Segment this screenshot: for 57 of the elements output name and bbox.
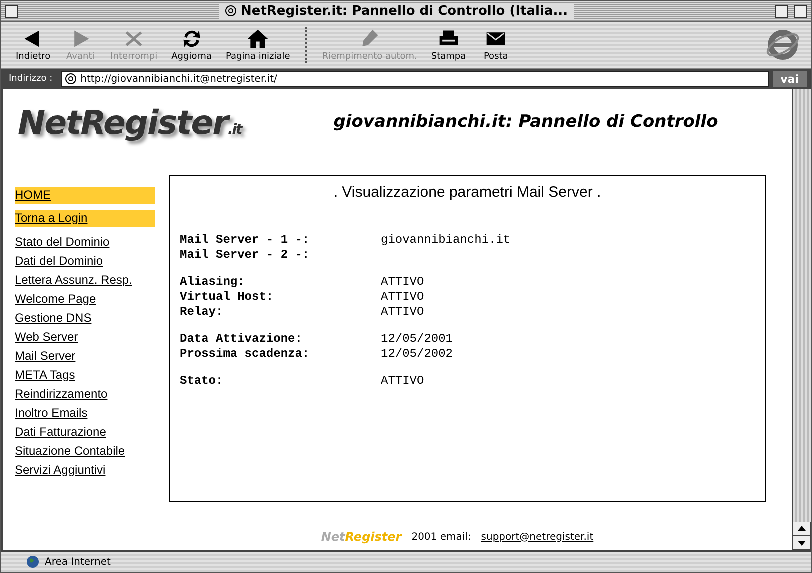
- field-value: 12/05/2002: [381, 347, 454, 362]
- toolbar-button[interactable]: Stampa: [426, 28, 472, 62]
- field-label: Relay:: [180, 305, 224, 320]
- scroll-down-icon[interactable]: [793, 536, 811, 550]
- field-value: ATTIVO: [381, 374, 424, 389]
- field-label: Virtual Host:: [180, 290, 275, 305]
- panel-heading: . Visualizzazione parametri Mail Server .: [332, 184, 602, 201]
- menu-link[interactable]: Stato del Dominio: [15, 233, 110, 252]
- toolbar-button[interactable]: Pagina iniziale: [220, 28, 296, 62]
- field-label: Aliasing:: [180, 275, 246, 290]
- menu-link[interactable]: Torna a Login: [15, 210, 155, 227]
- go-button[interactable]: vai: [772, 71, 807, 87]
- menu-link[interactable]: Reindirizzamento: [15, 385, 108, 404]
- address-label: Indirizzo :: [8, 74, 54, 84]
- toolbar-button[interactable]: Aggiorna: [166, 28, 217, 62]
- menu-link[interactable]: Servizi Aggiuntivi: [15, 461, 106, 480]
- menu-link[interactable]: Gestione DNS: [15, 309, 92, 328]
- at-icon: [225, 5, 237, 17]
- scrollbar[interactable]: [792, 89, 811, 550]
- toolbar-button[interactable]: Posta: [475, 28, 518, 62]
- collapse-box[interactable]: [794, 4, 808, 18]
- address-field[interactable]: http://giovannibianchi.it@netregister.it/: [60, 71, 769, 87]
- site-logo: NetRegister.it: [18, 102, 242, 142]
- footer-logo: NetRegister: [321, 530, 402, 544]
- email-link[interactable]: support@netregister.it: [481, 532, 594, 542]
- window-title: NetRegister.it: Pannello di Controllo (Italia...: [219, 4, 574, 18]
- scroll-up-icon[interactable]: [793, 522, 811, 536]
- field-label: Mail Server - 2 -:: [180, 248, 311, 263]
- toolbar-button[interactable]: Indietro: [11, 28, 56, 62]
- at-icon: [64, 73, 77, 85]
- globe-icon: [27, 556, 39, 568]
- menu-link[interactable]: META Tags: [15, 366, 76, 385]
- menu-link[interactable]: Web Server: [15, 328, 78, 347]
- footer-text: 2001 email:: [412, 532, 472, 542]
- field-value: ATTIVO: [381, 275, 424, 290]
- menu-link[interactable]: Dati Fatturazione: [15, 423, 106, 442]
- field-value: 12/05/2001: [381, 332, 454, 347]
- zoom-box[interactable]: [775, 4, 788, 18]
- menu-link[interactable]: Situazione Contabile: [15, 442, 126, 461]
- field-label: Prossima scadenza:: [180, 347, 311, 362]
- field-value: ATTIVO: [381, 305, 424, 320]
- menu-link[interactable]: Mail Server: [15, 347, 76, 366]
- status-text: Area Internet: [45, 556, 111, 568]
- menu-link[interactable]: HOME: [15, 187, 155, 204]
- home-icon: [247, 28, 270, 50]
- field-label: Data Attivazione:: [180, 332, 304, 347]
- field-label: Mail Server - 1 -:: [180, 233, 311, 248]
- field-value: ATTIVO: [381, 290, 424, 305]
- close-box[interactable]: [5, 4, 18, 18]
- browser-logo-icon: [765, 27, 801, 63]
- menu-link[interactable]: Inoltro Emails: [15, 404, 88, 423]
- field-label: Stato:: [180, 374, 224, 389]
- menu-link[interactable]: Dati del Dominio: [15, 252, 104, 271]
- field-value: giovannibianchi.it: [381, 233, 511, 248]
- page-title: giovannibianchi.it: Pannello di Controllo: [334, 112, 718, 132]
- menu-link[interactable]: Welcome Page: [15, 290, 96, 309]
- menu-link[interactable]: Lettera Assunz. Resp.: [15, 271, 132, 290]
